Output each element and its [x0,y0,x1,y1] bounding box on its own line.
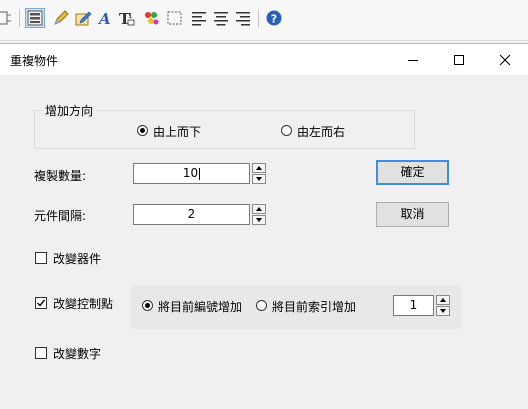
maximize-icon [454,54,464,65]
text-caret [199,167,201,180]
radio-increase-index-label: 將目前索引增加 [272,300,357,314]
radio-top-to-bottom[interactable] [137,125,148,136]
radio-increase-number[interactable] [142,300,153,311]
list-icon[interactable] [26,9,44,27]
minimize-icon [408,59,418,61]
direction-group-label: 增加方向 [42,102,97,119]
spin-down-button[interactable] [252,215,266,225]
window-title: 重複物件 [10,54,59,68]
change-number-checkbox[interactable] [35,347,47,359]
radio-top-to-bottom-label: 由上而下 [153,125,202,139]
change-number-label: 改變數字 [53,347,102,361]
close-button[interactable] [482,44,528,75]
copy-count-label: 複製數量: [34,169,87,183]
radio-increase-index[interactable] [256,300,267,311]
change-part-label: 改變器件 [53,252,102,266]
spin-down-button[interactable] [436,306,450,316]
copy-count-input[interactable]: 10 [133,163,250,184]
palette-icon[interactable] [142,9,160,27]
pin-step-spinner[interactable] [436,295,450,316]
align-right-icon[interactable] [234,9,252,27]
change-part-checkbox[interactable] [35,252,47,264]
pencil-icon[interactable] [52,9,70,27]
text-format-icon[interactable]: T 1 [118,9,136,27]
spin-up-button[interactable] [252,163,266,173]
toolbar-separator [258,9,259,27]
select-area-icon[interactable] [166,9,184,27]
text-icon[interactable]: A [96,9,114,27]
checkmark-icon [37,299,46,307]
spin-down-button[interactable] [252,174,266,184]
spacing-label: 元件間隔: [34,209,87,223]
help-icon[interactable]: ? [265,9,283,27]
copy-count-spinner[interactable] [252,163,266,184]
cancel-button[interactable]: 取消 [376,202,449,227]
spacing-input[interactable]: 2 [133,204,250,225]
close-icon [499,54,511,65]
change-pin-label: 改變控制點 [53,297,114,311]
title-bar: 重複物件 [0,44,528,75]
component-icon[interactable] [0,9,16,27]
spacing-spinner[interactable] [252,204,266,225]
toolbar: A T 1 ? [0,0,528,41]
spin-up-button[interactable] [252,204,266,214]
maximize-button[interactable] [436,44,482,75]
ok-button[interactable]: 確定 [376,160,449,185]
spin-up-button[interactable] [436,295,450,305]
svg-text:1: 1 [128,12,132,20]
svg-text:A: A [97,10,111,27]
change-pin-checkbox[interactable] [35,297,47,309]
align-left-icon[interactable] [190,9,208,27]
edit-icon[interactable] [74,9,92,27]
pin-step-input[interactable]: 1 [393,295,434,316]
radio-increase-number-label: 將目前編號增加 [158,300,243,314]
minimize-button[interactable] [390,44,436,75]
radio-left-to-right[interactable] [281,125,292,136]
toolbar-separator [19,9,20,27]
svg-text:?: ? [271,13,277,26]
radio-left-to-right-label: 由左而右 [297,125,346,139]
duplicate-objects-dialog: 重複物件 增加方向 由上而下 由左而右 複製數量: 10 元件間隔: 2 確定 … [0,43,528,409]
align-center-icon[interactable] [212,9,230,27]
